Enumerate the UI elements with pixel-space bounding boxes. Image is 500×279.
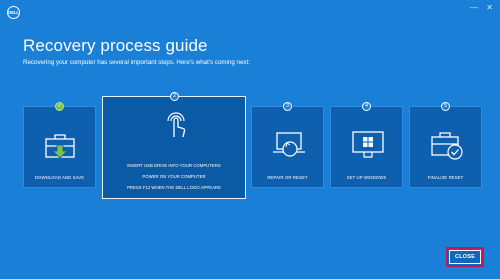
- step-3-badge: 3: [283, 102, 292, 111]
- close-button[interactable]: CLOSE: [446, 247, 484, 267]
- step-5-badge: 5: [441, 102, 450, 111]
- windows-monitor-icon: [352, 131, 384, 158]
- dell-logo: DELL: [7, 6, 20, 19]
- step-5-label: FINALIZE RESET: [427, 175, 464, 180]
- step-2-badge: 2: [170, 92, 179, 101]
- step-4-label: SET UP WINDOWS: [346, 175, 387, 180]
- minimize-button[interactable]: —: [470, 3, 478, 13]
- laptop-refresh-icon: [273, 132, 305, 157]
- toolbox-download-icon: [45, 134, 75, 159]
- touch-hand-icon: [167, 112, 186, 138]
- page-title: Recovery process guide: [23, 36, 208, 55]
- step-3-label: REPAIR OR RESET: [267, 175, 308, 180]
- step-card-4: 4 SET UP WINDOWS: [330, 102, 403, 188]
- step-card-5: 5 FINALIZE RESET: [409, 102, 482, 188]
- page-subtitle: Recovering your computer has several imp…: [23, 59, 250, 66]
- step-card-3: 3 REPAIR OR RESET: [251, 102, 324, 188]
- window-close-button[interactable]: ✕: [486, 3, 493, 13]
- step-1-label: DOWNLOAD AND SAVE: [34, 175, 85, 180]
- step-2-instruction-2: POWER ON YOUR COMPUTER: [142, 174, 206, 179]
- step-2-instruction-3: PRESS F12 WHEN THE DELL LOGO APPEARS: [127, 185, 221, 190]
- step-2-instruction-1: INSERT USB DRIVE INTO YOUR COMPUTERS: [127, 163, 221, 168]
- step-card-2: 2 INSERT USB DRIVE INTO YOUR COMPUTERS P…: [102, 92, 246, 199]
- step-card-1: ✓ DOWNLOAD AND SAVE: [23, 102, 96, 188]
- step-4-badge: 4: [362, 102, 371, 111]
- step-1-check-badge: ✓: [55, 102, 64, 111]
- toolbox-check-icon: [431, 132, 463, 160]
- close-button-focus-ring: [449, 250, 481, 264]
